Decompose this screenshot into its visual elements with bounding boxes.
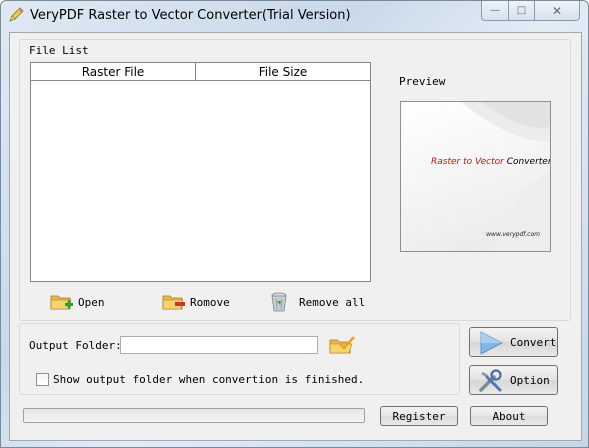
show-folder-checkbox[interactable]: [36, 373, 49, 386]
convert-button[interactable]: Convert: [469, 327, 558, 357]
close-button[interactable]: ✕: [535, 1, 580, 21]
progress-bar: [23, 408, 365, 423]
play-icon: [480, 331, 503, 355]
minimize-button[interactable]: —: [481, 1, 509, 21]
client-area: File List Raster File File Size Preview …: [9, 32, 582, 441]
output-folder-input[interactable]: [120, 336, 318, 354]
output-folder-label: Output Folder:: [29, 339, 122, 352]
pencil-icon: [9, 7, 24, 22]
folder-remove-icon: [162, 295, 185, 310]
preview-label: Preview: [399, 75, 446, 88]
column-file-size[interactable]: File Size: [196, 63, 370, 80]
option-button[interactable]: Option: [469, 365, 558, 395]
remove-label: Romove: [190, 295, 230, 309]
remove-all-button[interactable]: Remove all: [269, 291, 365, 313]
remove-button[interactable]: Romove: [162, 292, 230, 312]
column-raster-file[interactable]: Raster File: [31, 63, 196, 80]
option-label: Option: [510, 374, 550, 387]
preview-title: Raster to Vector Converter: [431, 157, 551, 167]
tools-icon: [479, 369, 502, 392]
preview-title-red: Raster to Vector: [431, 157, 504, 167]
maximize-button[interactable]: □: [509, 1, 535, 21]
remove-all-label: Remove all: [299, 295, 366, 309]
preview-swoosh: [461, 102, 550, 251]
convert-label: Convert: [510, 336, 557, 349]
show-folder-label: Show output folder when convertion is fi…: [53, 373, 365, 386]
trash-icon: [271, 292, 287, 312]
about-button[interactable]: About: [470, 406, 548, 426]
window-controls: — □ ✕: [481, 1, 580, 21]
window-title: VeryPDF Raster to Vector Converter(Trial…: [30, 8, 351, 23]
folder-add-icon: [50, 295, 73, 310]
preview-url: www.verypdf.com: [486, 231, 540, 238]
register-button[interactable]: Register: [380, 406, 458, 426]
file-list-label: File List: [29, 44, 89, 57]
preview-title-black: Converter: [503, 157, 551, 167]
open-label: Open: [78, 295, 105, 309]
app-window: VeryPDF Raster to Vector Converter(Trial…: [0, 0, 589, 448]
open-button[interactable]: Open: [50, 292, 105, 312]
folder-check-icon[interactable]: [328, 334, 356, 356]
file-list[interactable]: Raster File File Size: [30, 62, 371, 282]
title-bar[interactable]: VeryPDF Raster to Vector Converter(Trial…: [1, 1, 588, 33]
file-list-header: Raster File File Size: [31, 63, 370, 81]
preview-pane: Raster to Vector Converter www.verypdf.c…: [400, 101, 551, 252]
